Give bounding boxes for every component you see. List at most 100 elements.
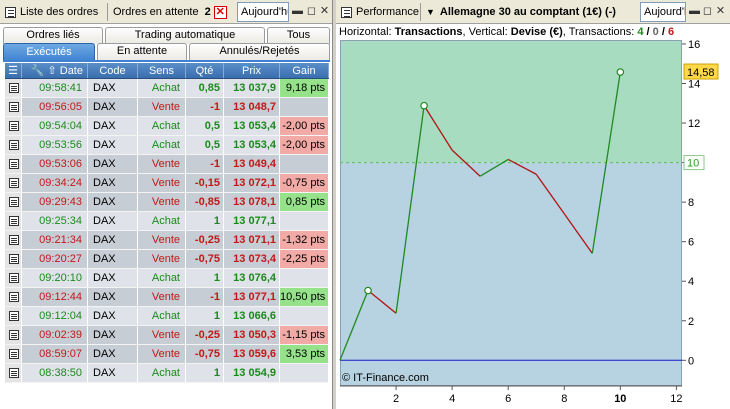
y-tick-label: 6 <box>688 237 694 249</box>
orders-list-button[interactable]: Liste des ordres <box>2 2 98 22</box>
cell-qte: -0,15 <box>186 174 224 192</box>
header-gain[interactable]: Gain <box>280 63 329 78</box>
cell-sens: Vente <box>138 155 186 173</box>
last-value-label: 14,58 <box>687 67 715 79</box>
row-detail-icon[interactable] <box>5 250 22 268</box>
document-icon <box>9 311 19 321</box>
table-row[interactable]: 09:12:04 DAX Achat 1 13 066,6 <box>5 307 329 326</box>
row-detail-icon[interactable] <box>5 155 22 173</box>
document-icon <box>9 254 19 264</box>
row-detail-icon[interactable] <box>5 231 22 249</box>
row-detail-icon[interactable] <box>5 193 22 211</box>
row-detail-icon[interactable] <box>5 345 22 363</box>
document-icon <box>9 159 19 169</box>
row-detail-icon[interactable] <box>5 269 22 287</box>
table-row[interactable]: 09:20:10 DAX Achat 1 13 076,4 <box>5 269 329 288</box>
tab-trading-automatique[interactable]: Trading automatique <box>105 27 265 44</box>
row-detail-icon[interactable] <box>5 117 22 135</box>
cell-date: 09:58:41 <box>22 79 88 97</box>
cell-prix: 13 049,4 <box>224 155 280 173</box>
cancel-pending-icon[interactable]: ✕ <box>213 5 227 19</box>
cell-date: 09:25:34 <box>22 212 88 230</box>
table-row[interactable]: 08:59:07 DAX Vente -0,75 13 059,6 3,53 pts <box>5 345 329 364</box>
header-menu-icon[interactable]: ☰ <box>5 63 22 78</box>
cell-prix: 13 059,6 <box>224 345 280 363</box>
document-icon <box>9 83 19 93</box>
cell-code: DAX <box>88 345 138 363</box>
cell-code: DAX <box>88 79 138 97</box>
header-sens[interactable]: Sens <box>138 63 186 78</box>
row-detail-icon[interactable] <box>5 98 22 116</box>
trade-marker <box>420 101 428 110</box>
row-detail-icon[interactable] <box>5 174 22 192</box>
cell-sens: Achat <box>138 117 186 135</box>
table-row[interactable]: 09:12:44 DAX Vente -1 13 077,1 10,50 pts <box>5 288 329 307</box>
table-row[interactable]: 09:54:04 DAX Achat 0,5 13 053,4 -2,00 pts <box>5 117 329 136</box>
above-reference-band <box>340 40 682 163</box>
table-row[interactable]: 09:58:41 DAX Achat 0,85 13 037,9 9,18 pts <box>5 79 329 98</box>
cell-date: 09:20:27 <box>22 250 88 268</box>
row-detail-icon[interactable] <box>5 79 22 97</box>
cell-code: DAX <box>88 231 138 249</box>
table-row[interactable]: 09:34:24 DAX Vente -0,15 13 072,1 -0,75 pts <box>5 174 329 193</box>
row-detail-icon[interactable] <box>5 307 22 325</box>
tab-annules-rejetes[interactable]: Annulés/Rejetés <box>189 43 330 61</box>
cell-sens: Vente <box>138 345 186 363</box>
row-detail-icon[interactable] <box>5 326 22 344</box>
tab-ordres-lies[interactable]: Ordres liés <box>3 27 103 44</box>
header-qte[interactable]: Qté <box>186 63 224 78</box>
cell-qte: -0,75 <box>186 250 224 268</box>
cell-date: 08:59:07 <box>22 345 88 363</box>
cell-gain <box>280 307 329 325</box>
reference-value-label: 10 <box>687 158 699 170</box>
header-prix[interactable]: Prix <box>224 63 280 78</box>
cell-gain: -0,75 pts <box>280 174 329 192</box>
header-code[interactable]: Code <box>88 63 138 78</box>
cell-qte: -0,25 <box>186 326 224 344</box>
table-row[interactable]: 09:20:27 DAX Vente -0,75 13 073,4 -2,25 pts <box>5 250 329 269</box>
table-row[interactable]: 09:02:39 DAX Vente -0,25 13 050,3 -1,15 pts <box>5 326 329 345</box>
table-row[interactable]: 08:38:50 DAX Achat 1 13 054,9 <box>5 364 329 383</box>
performance-panel: Performance ▼ Allemagne 30 au comptant (… <box>336 0 730 409</box>
tab-executes[interactable]: Exécutés <box>3 43 95 61</box>
cell-code: DAX <box>88 326 138 344</box>
row-detail-icon[interactable] <box>5 364 22 382</box>
restore-icon[interactable]: ◻ <box>305 5 318 18</box>
cell-prix: 13 072,1 <box>224 174 280 192</box>
period-select[interactable]: Aujourd'hui <box>237 2 289 22</box>
x-tick-label: 10 <box>614 393 626 405</box>
table-row[interactable]: 09:21:34 DAX Vente -0,25 13 071,1 -1,32 pts <box>5 231 329 250</box>
tab-tous[interactable]: Tous <box>267 27 330 44</box>
cell-qte: -0,85 <box>186 193 224 211</box>
cell-prix: 13 037,9 <box>224 79 280 97</box>
table-row[interactable]: 09:53:06 DAX Vente -1 13 049,4 <box>5 155 329 174</box>
table-row[interactable]: 09:53:56 DAX Achat 0,5 13 053,4 -2,00 pts <box>5 136 329 155</box>
header-date[interactable]: 🔧 ⇧ Date <box>22 63 88 78</box>
cell-sens: Achat <box>138 307 186 325</box>
table-row[interactable]: 09:25:34 DAX Achat 1 13 077,1 <box>5 212 329 231</box>
pending-orders-button[interactable]: Ordres en attente 2 ✕ <box>113 2 227 22</box>
x-tick-label: 12 <box>670 393 682 405</box>
cell-sens: Achat <box>138 269 186 287</box>
pin-icon[interactable]: ▬ <box>291 5 304 18</box>
row-detail-icon[interactable] <box>5 288 22 306</box>
cell-date: 09:53:56 <box>22 136 88 154</box>
cell-sens: Vente <box>138 288 186 306</box>
cell-prix: 13 050,3 <box>224 326 280 344</box>
cell-qte: 1 <box>186 269 224 287</box>
orders-grid: ☰ 🔧 ⇧ Date Code Sens Qté Prix Gain 09:58… <box>5 63 329 383</box>
row-detail-icon[interactable] <box>5 212 22 230</box>
cell-code: DAX <box>88 155 138 173</box>
cell-gain <box>280 155 329 173</box>
cell-code: DAX <box>88 212 138 230</box>
cell-code: DAX <box>88 193 138 211</box>
chart-credit: © IT-Finance.com <box>342 372 429 384</box>
row-detail-icon[interactable] <box>5 136 22 154</box>
cell-prix: 13 053,4 <box>224 117 280 135</box>
tab-en-attente[interactable]: En attente <box>97 43 187 61</box>
table-row[interactable]: 09:29:43 DAX Vente -0,85 13 078,1 0,85 pts <box>5 193 329 212</box>
cell-qte: 0,5 <box>186 117 224 135</box>
close-icon[interactable]: ✕ <box>318 5 331 18</box>
table-row[interactable]: 09:56:05 DAX Vente -1 13 048,7 <box>5 98 329 117</box>
tabs-row-2: Exécutés En attente Annulés/Rejetés <box>3 43 330 61</box>
